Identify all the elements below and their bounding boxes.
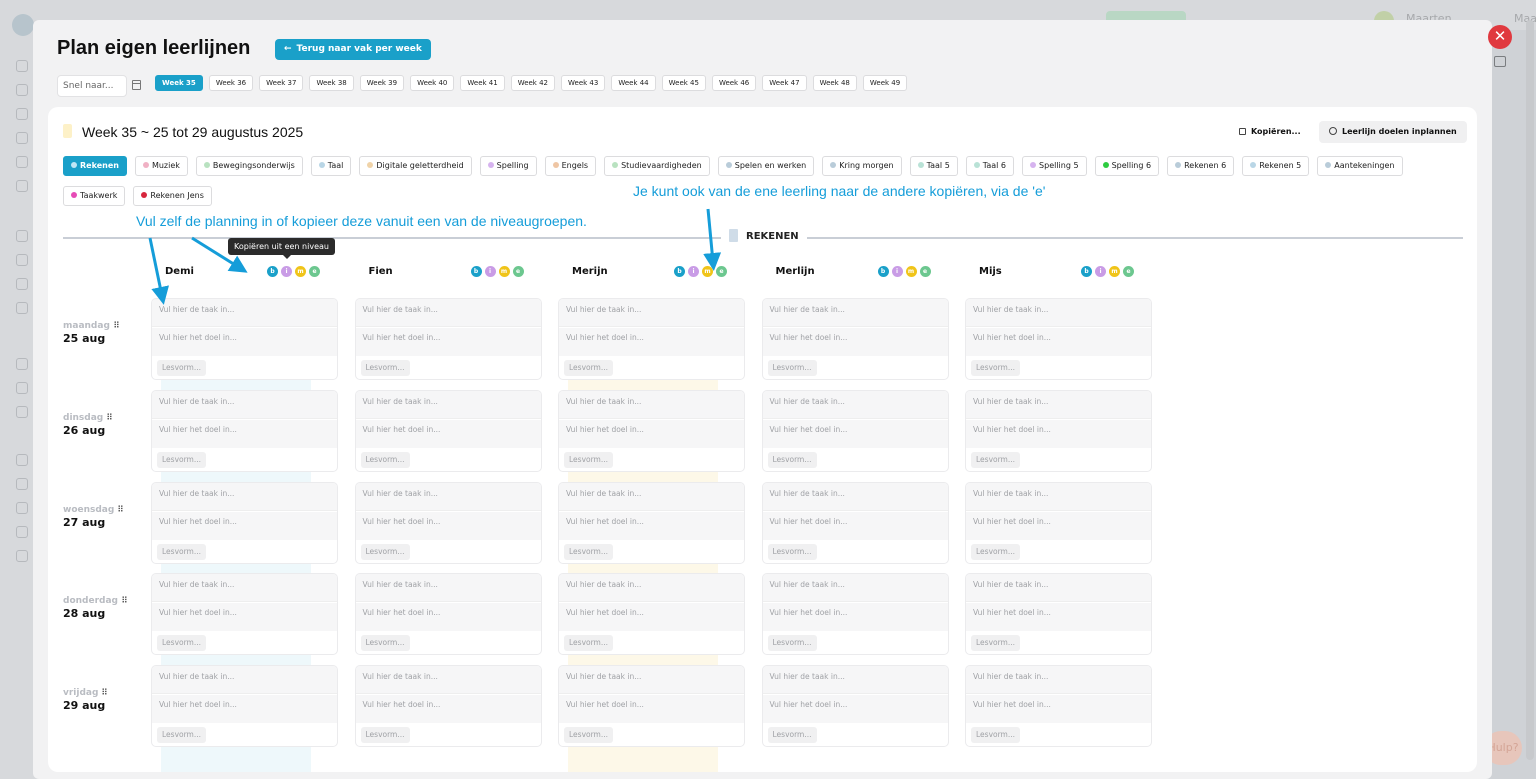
arrow-to-first-cell [148,237,169,305]
arrow-to-e-dot [703,208,722,271]
annotation-arrows [148,208,722,305]
arrow-to-level-dots [191,236,248,273]
